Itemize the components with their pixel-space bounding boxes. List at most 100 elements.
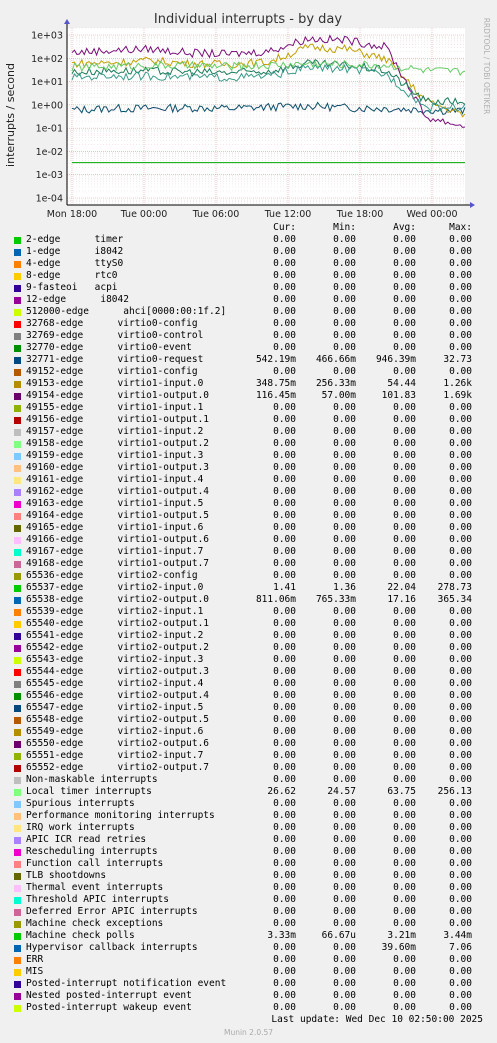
chart: Individual interrupts - by day interrupt…: [0, 0, 497, 222]
legend-avg-value: 0.00: [393, 834, 416, 845]
legend-max-value: 0.00: [449, 450, 472, 461]
legend-series-name: 49152-edge virtio1-config: [26, 366, 198, 377]
legend-swatch: [14, 909, 21, 916]
legend-series-name: Nested posted-interrupt event: [26, 990, 192, 1001]
legend-series-name: 65537-edge virtio2-input.0: [26, 582, 204, 593]
legend-series-name: 49156-edge virtio1-output.1: [26, 414, 210, 425]
legend-series-name: 2-edge timer: [26, 234, 124, 245]
legend-avg-value: 0.00: [393, 690, 416, 701]
legend-max-value: 3.44m: [443, 930, 472, 941]
legend-avg-value: 0.00: [393, 810, 416, 821]
legend-max-value: 0.00: [449, 954, 472, 965]
legend-row: 2-edge timer 0.00 0.00 0.00 0.00: [12, 234, 488, 246]
legend-avg-value: 0.00: [393, 438, 416, 449]
legend-avg-value: 0.00: [393, 978, 416, 989]
legend-swatch: [14, 285, 21, 292]
legend-row: 49165-edge virtio1-input.6 0.00 0.00 0.00 0.…: [12, 522, 488, 534]
legend-row: 65543-edge virtio2-input.3 0.00 0.00 0.00 0.…: [12, 654, 488, 666]
legend-row: 32771-edge virtio0-request 542.19m 466.66m…: [12, 354, 488, 366]
legend-min-value: 0.00: [333, 774, 356, 785]
legend-cur-value: 0.00: [273, 810, 296, 821]
legend-swatch: [14, 921, 21, 928]
legend-avg-value: 0.00: [393, 618, 416, 629]
y-tick-label: 1e+02: [31, 54, 63, 65]
legend-min-value: 0.00: [333, 270, 356, 281]
legend-swatch: [14, 381, 21, 388]
legend-row: 4-edge ttyS0 0.00 0.00 0.00 0.00: [12, 258, 488, 270]
legend-cur-value: 0.00: [273, 258, 296, 269]
legend-series-name: Local timer interrupts: [26, 786, 152, 797]
legend-avg-value: 0.00: [393, 762, 416, 773]
legend-row: 49157-edge virtio1-input.2 0.00 0.00 0.00 0.…: [12, 426, 488, 438]
legend-series-name: APIC ICR read retries: [26, 834, 147, 845]
legend-swatch: [14, 993, 21, 1000]
legend-avg-value: 0.00: [393, 522, 416, 533]
legend-series-name: Posted-interrupt notification event: [26, 978, 227, 989]
legend-max-value: 1.26k: [443, 378, 472, 389]
y-tick-label: 1e-01: [36, 124, 63, 135]
legend-cur-value: 0.00: [273, 282, 296, 293]
legend-series-name: Machine check polls: [26, 930, 135, 941]
legend-min-value: 0.00: [333, 750, 356, 761]
legend-row: 65547-edge virtio2-input.5 0.00 0.00 0.00 0.…: [12, 702, 488, 714]
legend-cur-value: 0.00: [273, 870, 296, 881]
legend-series-name: Rescheduling interrupts: [26, 846, 158, 857]
legend-cur-value: 0.00: [273, 294, 296, 305]
legend-series-name: 65550-edge virtio2-output.6: [26, 738, 210, 749]
legend-row: 65536-edge virtio2-config 0.00 0.00 0.00 0.0…: [12, 570, 488, 582]
legend-max-value: 0.00: [449, 438, 472, 449]
legend-cur-value: 0.00: [273, 954, 296, 965]
legend-avg-value: 0.00: [393, 414, 416, 425]
legend-series-name: 49167-edge virtio1-input.7: [26, 546, 204, 557]
legend-row: Nested posted-interrupt event 0.00 0.00 0.0…: [12, 990, 488, 1002]
legend-row: Rescheduling interrupts 0.00 0.00 0.00 0.00: [12, 846, 488, 858]
legend-series-name: 65549-edge virtio2-input.6: [26, 726, 204, 737]
y-tick-label: 1e-04: [36, 193, 63, 204]
legend-avg-value: 0.00: [393, 402, 416, 413]
legend-avg-value: 0.00: [393, 654, 416, 665]
legend-avg-value: 63.75: [387, 786, 416, 797]
legend-series-name: 512000-edge ahci[0000:00:1f.2]: [26, 306, 227, 317]
legend-cur-value: 0.00: [273, 462, 296, 473]
legend-min-value: 0.00: [333, 510, 356, 521]
legend-series-name: MIS: [26, 966, 44, 977]
legend-swatch: [14, 297, 21, 304]
legend-row: 32768-edge virtio0-config 0.00 0.00 0.00 0.0…: [12, 318, 488, 330]
legend-max-value: 0.00: [449, 1002, 472, 1013]
legend-series-name: 49157-edge virtio1-input.2: [26, 426, 204, 437]
legend-row: 1-edge i8042 0.00 0.00 0.00 0.00: [12, 246, 488, 258]
y-tick-label: 1e-02: [36, 147, 63, 158]
legend-max-value: 0.00: [449, 702, 472, 713]
legend-max-value: 0.00: [449, 870, 472, 881]
legend-cur-value: 0.00: [273, 510, 296, 521]
legend-avg-value: 0.00: [393, 258, 416, 269]
legend-row: 49160-edge virtio1-output.3 0.00 0.00 0.00 0…: [12, 462, 488, 474]
x-tick-label: Mon 18:00: [47, 209, 97, 220]
legend-max-value: 0.00: [449, 846, 472, 857]
legend-min-value: 0.00: [333, 402, 356, 413]
legend-max-value: 0.00: [449, 522, 472, 533]
legend-swatch: [14, 837, 21, 844]
legend-max-value: 0.00: [449, 270, 472, 281]
legend-min-value: 0.00: [333, 630, 356, 641]
legend-min-value: 0.00: [333, 366, 356, 377]
legend-series-name: 49155-edge virtio1-input.1: [26, 402, 204, 413]
legend-series-name: Threshold APIC interrupts: [26, 894, 169, 905]
legend-swatch: [14, 405, 21, 412]
legend-swatch: [14, 549, 21, 556]
legend-cur-value: 0.00: [273, 798, 296, 809]
legend-cur-value: 0.00: [273, 342, 296, 353]
y-tick-label: 1e-03: [36, 170, 63, 181]
legend-min-value: 0.00: [333, 414, 356, 425]
legend-swatch: [14, 789, 21, 796]
legend-max-value: 0.00: [449, 498, 472, 509]
legend-row: Spurious interrupts 0.00 0.00 0.00 0.00: [12, 798, 488, 810]
legend-max-value: 0.00: [449, 978, 472, 989]
legend-max-value: 0.00: [449, 774, 472, 785]
legend-swatch: [14, 885, 21, 892]
legend-series-name: Machine check exceptions: [26, 918, 164, 929]
legend-min-value: 0.00: [333, 762, 356, 773]
legend-min-value: 0.00: [333, 450, 356, 461]
legend-avg-value: 0.00: [393, 366, 416, 377]
legend-cur-value: 0.00: [273, 450, 296, 461]
